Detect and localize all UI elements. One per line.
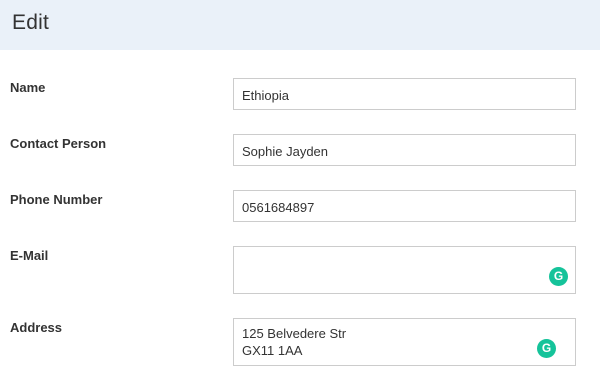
address-label: Address [10,320,63,335]
email-label: E-Mail [10,248,49,263]
email-input[interactable]: G [233,246,576,294]
grammarly-icon[interactable]: G [549,267,568,286]
address-line-2: GX11 1AA [242,343,303,358]
page-title: Edit [12,11,49,34]
grammarly-icon[interactable]: G [537,339,556,358]
address-line-1: 125 Belvedere Str [242,326,347,341]
address-textarea[interactable]: 125 Belvedere Str GX11 1AA G [233,318,576,366]
name-label: Name [10,80,46,95]
phone-number-input-value: 0561684897 [242,200,315,215]
contact-person-input[interactable]: Sophie Jayden [233,134,576,166]
name-input[interactable]: Ethiopia [233,78,576,110]
contact-person-input-value: Sophie Jayden [242,144,329,159]
name-input-value: Ethiopia [242,88,289,103]
phone-number-label: Phone Number [10,192,103,207]
phone-number-input[interactable]: 0561684897 [233,190,576,222]
contact-person-label: Contact Person [10,136,107,151]
page-header: Edit [0,0,600,50]
